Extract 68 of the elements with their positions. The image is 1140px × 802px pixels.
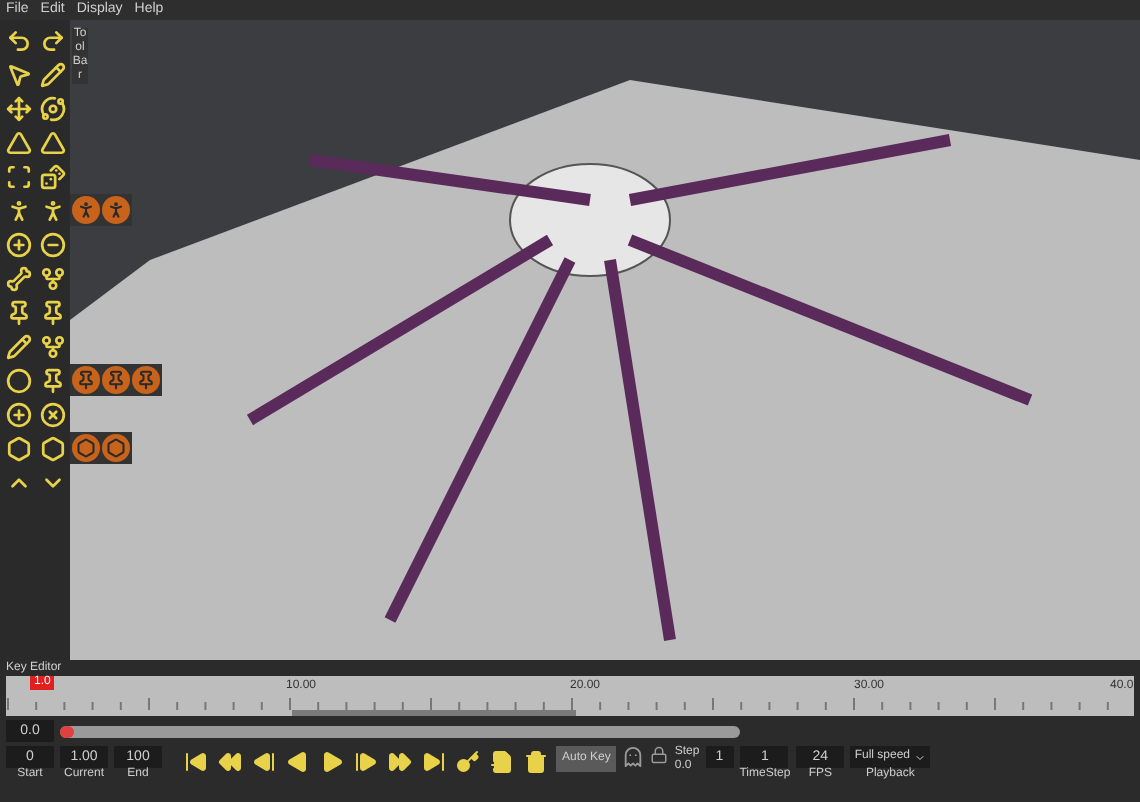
- rewind-icon: [217, 749, 241, 773]
- first-frame-icon: [183, 749, 207, 773]
- play-icon: [319, 749, 343, 773]
- bone-tool[interactable]: [2, 262, 34, 294]
- pin-icon: [5, 299, 31, 325]
- fast-forward-icon: [387, 749, 411, 773]
- orbit-tool[interactable]: [36, 92, 68, 124]
- pin-icon: [76, 370, 96, 390]
- triangle-icon: [39, 129, 65, 155]
- trash-icon: [523, 749, 547, 773]
- circle-tool[interactable]: [2, 364, 34, 396]
- trash-button[interactable]: [520, 746, 550, 776]
- hexagon-tool[interactable]: [36, 432, 68, 464]
- caret-icon: [914, 751, 926, 763]
- hexagon-icon: [106, 438, 126, 458]
- triangle-tool[interactable]: [36, 126, 68, 158]
- step-back-icon: [251, 749, 275, 773]
- cube-icon: [39, 163, 65, 189]
- orbit-icon: [39, 95, 65, 121]
- pencil-tool[interactable]: [36, 58, 68, 90]
- figure-icon: [106, 200, 126, 220]
- fork-tool[interactable]: [36, 262, 68, 294]
- circle-icon: [5, 367, 31, 393]
- key-button[interactable]: [452, 746, 482, 776]
- bone-icon: [5, 265, 31, 291]
- fork-tool[interactable]: [36, 330, 68, 362]
- triangle-icon: [5, 129, 31, 155]
- lock-icon: [650, 746, 669, 764]
- last-frame-icon: [421, 749, 445, 773]
- plus-icon: [5, 231, 31, 257]
- hexagon-tool[interactable]: [2, 432, 34, 464]
- pencil-tool[interactable]: [2, 330, 34, 362]
- plus-icon: [5, 401, 31, 427]
- fork-icon: [39, 333, 65, 359]
- play-back-button[interactable]: [282, 746, 312, 776]
- cube-tool[interactable]: [36, 160, 68, 192]
- minus-tool[interactable]: [36, 228, 68, 260]
- pencil-icon: [5, 333, 31, 359]
- play-back-icon: [285, 749, 309, 773]
- undo-icon: [5, 27, 31, 53]
- key-icon: [455, 749, 479, 773]
- hexagon-icon: [76, 438, 96, 458]
- fork-icon: [39, 265, 65, 291]
- pencil-icon: [39, 61, 65, 87]
- move-tool[interactable]: [2, 92, 34, 124]
- triangle-tool[interactable]: [2, 126, 34, 158]
- plus-tool[interactable]: [2, 398, 34, 430]
- step-forward-icon: [353, 749, 377, 773]
- close-tool[interactable]: [36, 398, 68, 430]
- figure-icon: [39, 197, 65, 223]
- frame-icon: [5, 163, 31, 189]
- pin-icon: [136, 370, 156, 390]
- minus-icon: [39, 231, 65, 257]
- figure-icon: [76, 200, 96, 220]
- plus-tool[interactable]: [2, 228, 34, 260]
- ghost-icon: [622, 746, 645, 768]
- redo-icon: [39, 27, 65, 53]
- pin-icon: [39, 367, 65, 393]
- close-icon: [39, 401, 65, 427]
- hexagon-icon: [5, 435, 31, 461]
- move-icon: [5, 95, 31, 121]
- pin-icon: [106, 370, 126, 390]
- file-icon: [489, 749, 513, 773]
- figure-icon: [5, 197, 31, 223]
- pointer-icon: [5, 61, 31, 87]
- pin-icon: [39, 299, 65, 325]
- hexagon-icon: [39, 435, 65, 461]
- frame-tool[interactable]: [2, 160, 34, 192]
